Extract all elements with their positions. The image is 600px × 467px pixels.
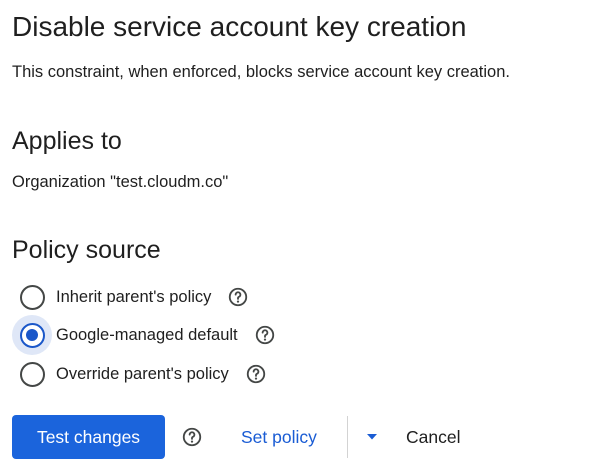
help-icon[interactable] [245, 363, 267, 385]
radio-button-google-managed[interactable] [19, 322, 45, 348]
applies-to-heading: Applies to [12, 127, 122, 155]
radio-option-override[interactable]: Override parent's policy [12, 354, 267, 394]
set-policy-button[interactable]: Set policy [241, 415, 317, 459]
applies-to-value: Organization "test.cloudm.co" [12, 173, 229, 191]
caret-down-icon [366, 428, 378, 446]
help-icon[interactable] [181, 426, 203, 448]
radio-button-inherit[interactable] [19, 284, 45, 310]
policy-source-heading: Policy source [12, 236, 161, 264]
radio-option-google-managed[interactable]: Google-managed default [12, 315, 276, 355]
radio-selected-dot [26, 329, 38, 341]
radio-halo [12, 354, 52, 394]
cancel-button[interactable]: Cancel [406, 415, 460, 459]
radio-halo [12, 315, 52, 355]
set-policy-dropdown-button[interactable] [358, 423, 386, 451]
radio-option-inherit[interactable]: Inherit parent's policy [12, 277, 249, 317]
button-divider [347, 416, 348, 458]
policy-editor: Disable service account key creation Thi… [0, 0, 600, 467]
radio-button-override[interactable] [19, 361, 45, 387]
radio-label-inherit: Inherit parent's policy [56, 288, 212, 306]
radio-halo [12, 277, 52, 317]
policy-description: This constraint, when enforced, blocks s… [12, 63, 510, 81]
help-icon[interactable] [254, 324, 276, 346]
radio-label-google-managed: Google-managed default [56, 326, 238, 344]
help-icon[interactable] [227, 286, 249, 308]
radio-label-override: Override parent's policy [56, 365, 229, 383]
page-title: Disable service account key creation [12, 11, 467, 42]
test-changes-button[interactable]: Test changes [12, 415, 165, 459]
